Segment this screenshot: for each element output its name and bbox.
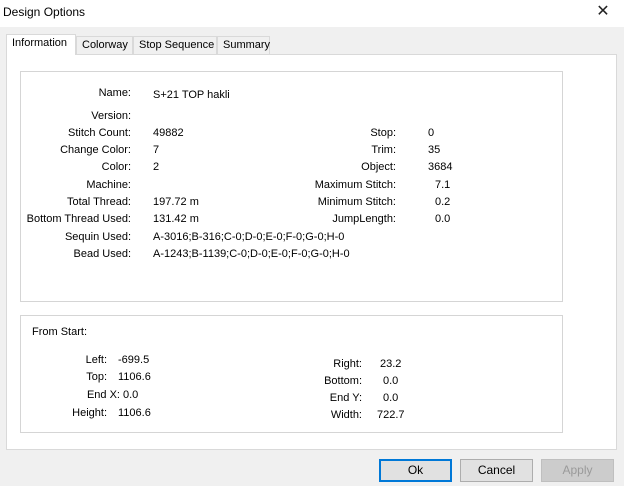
end-x-label: End X: (86, 389, 120, 401)
trim-label: Trim: (371, 144, 396, 156)
title-bar: Design Options ✕ (0, 0, 624, 27)
close-icon[interactable]: ✕ (594, 3, 612, 21)
top-label: Top: (86, 371, 107, 383)
minimum-stitch-label: Minimum Stitch: (317, 196, 396, 208)
stitch-count-label: Stitch Count: (68, 127, 131, 139)
from-start-heading: From Start: (32, 326, 88, 338)
cancel-button[interactable]: Cancel (460, 459, 533, 482)
right-value: 23.2 (380, 358, 402, 370)
end-y-label: End Y: (329, 392, 362, 404)
total-thread-label: Total Thread: (66, 196, 131, 208)
bottom-label: Bottom: (324, 375, 362, 387)
maximum-stitch-label: Maximum Stitch: (314, 179, 396, 191)
tab-stop-sequence[interactable]: Stop Sequence (133, 36, 217, 54)
bead-used-label: Bead Used: (73, 248, 131, 260)
change-color-label: Change Color: (60, 144, 131, 156)
tab-summary[interactable]: Summary (217, 36, 270, 54)
trim-value: 35 (428, 144, 441, 156)
minimum-stitch-value: 0.2 (435, 196, 451, 208)
left-value: -699.5 (118, 354, 150, 366)
machine-label: Machine: (86, 179, 131, 191)
change-color-value: 7 (153, 144, 160, 156)
object-value: 3684 (428, 161, 453, 173)
sequin-used-value: A-3016;B-316;C-0;D-0;E-0;F-0;G-0;H-0 (153, 231, 345, 243)
jump-length-value: 0.0 (435, 213, 451, 225)
height-value: 1106.6 (118, 407, 151, 419)
bead-used-value: A-1243;B-1139;C-0;D-0;E-0;F-0;G-0;H-0 (153, 248, 350, 260)
top-value: 1106.6 (118, 371, 151, 383)
stop-label: Stop: (370, 127, 396, 139)
name-value: S+21 TOP hakli (153, 89, 230, 101)
from-start-group: From Start: Left: -699.5 Top: 1106.6 End… (20, 315, 563, 433)
color-value: 2 (153, 161, 160, 173)
design-info-group: Name: S+21 TOP hakli Version: Stitch Cou… (20, 71, 563, 302)
color-label: Color: (101, 161, 131, 173)
sequin-used-label: Sequin Used: (64, 231, 131, 243)
tab-information[interactable]: Information (6, 34, 76, 55)
stop-value: 0 (428, 127, 435, 139)
bottom-thread-label: Bottom Thread Used: (26, 213, 131, 225)
window-title: Design Options (3, 5, 86, 19)
left-label: Left: (85, 354, 107, 366)
height-label: Height: (72, 407, 107, 419)
ok-button[interactable]: Ok (379, 459, 452, 482)
end-x-value: 0.0 (123, 389, 139, 401)
version-label: Version: (91, 110, 131, 122)
width-label: Width: (330, 409, 362, 421)
maximum-stitch-value: 7.1 (435, 179, 451, 191)
right-label: Right: (333, 358, 362, 370)
width-value: 722.7 (377, 409, 405, 421)
object-label: Object: (361, 161, 396, 173)
tab-colorway[interactable]: Colorway (76, 36, 133, 54)
bottom-thread-value: 131.42 m (153, 213, 199, 225)
total-thread-value: 197.72 m (153, 196, 199, 208)
end-y-value: 0.0 (383, 392, 399, 404)
jump-length-label: JumpLength: (332, 213, 396, 225)
apply-button[interactable]: Apply (541, 459, 614, 482)
name-label: Name: (98, 87, 131, 99)
stitch-count-value: 49882 (153, 127, 184, 139)
bottom-value: 0.0 (383, 375, 399, 387)
